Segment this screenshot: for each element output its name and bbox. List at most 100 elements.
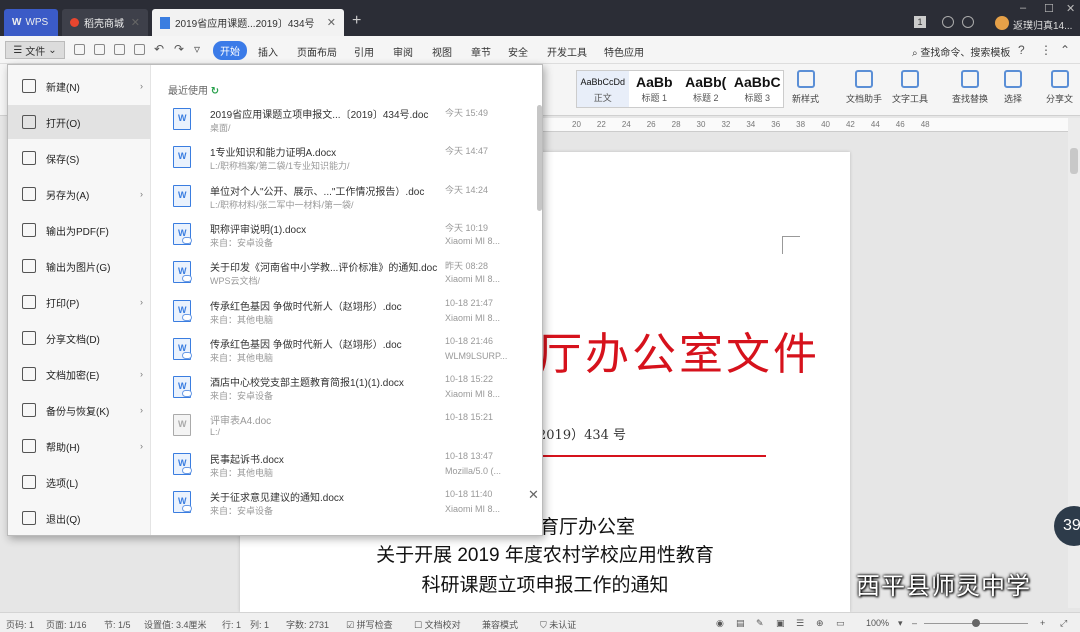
recent-file-item[interactable]: 酒店中心校党支部主题教育简报1(1)(1).docx来自：安卓设备 10-18 1… bbox=[173, 371, 523, 409]
file-menu-item-save[interactable]: 保存(S) bbox=[8, 141, 151, 175]
export-icon[interactable] bbox=[94, 44, 105, 55]
preview-icon[interactable] bbox=[134, 44, 145, 55]
file-menu-item-encrypt[interactable]: 文档加密(E) › bbox=[8, 357, 151, 391]
file-menu-item-new[interactable]: 新建(N) › bbox=[8, 69, 151, 103]
tab-document[interactable]: 2019省应用课题...2019〕434号 ✕ bbox=[152, 9, 344, 36]
status-page[interactable]: 页面: 1/16 bbox=[46, 618, 87, 631]
ruler-tick: 26 bbox=[646, 120, 656, 129]
tab-developer[interactable]: 开发工具 bbox=[547, 44, 587, 59]
recent-scrollbar[interactable] bbox=[537, 105, 542, 211]
floating-badge[interactable]: 39 bbox=[1054, 506, 1080, 546]
file-menu-item-export-image[interactable]: 输出为图片(G) bbox=[8, 249, 151, 283]
recent-file-item[interactable]: 传承红色基因 争做时代新人（赵翊彤）.doc来自：其他电脑 10-18 21:47… bbox=[173, 295, 523, 333]
share-button[interactable]: 分享文 bbox=[1046, 70, 1073, 105]
user-name[interactable]: 返璞归真14... bbox=[1013, 17, 1072, 32]
recent-file-item[interactable]: 关于印发《河南省中小学教...评价标准》的通知.docWPS云文档/昨天 08:… bbox=[173, 256, 523, 294]
pen-icon[interactable]: ✎ bbox=[756, 618, 764, 629]
close-icon[interactable]: ✕ bbox=[131, 16, 140, 29]
file-menu-item-help[interactable]: 帮助(H) › bbox=[8, 429, 151, 463]
recent-file-item[interactable]: 关于征求意见建议的通知.docx 来自：安卓设备 10-18 11:40 Xiaomi… bbox=[173, 486, 523, 524]
outline-view-icon[interactable]: ☰ bbox=[796, 618, 804, 629]
new-style-button[interactable]: 新样式 bbox=[792, 70, 819, 105]
style-gallery[interactable]: AaBbCcDd 正文 AaBb 标题 1 AaBb(标题 2 AaBbC 标题 3 bbox=[576, 70, 784, 108]
zoom-out-button[interactable]: – bbox=[912, 618, 917, 628]
status-char-count[interactable]: 字数: 2731 bbox=[286, 618, 329, 631]
select-button[interactable]: 选择 bbox=[1004, 70, 1022, 105]
tab-view[interactable]: 视图 bbox=[432, 44, 452, 59]
collapse-icon[interactable]: ⌃ bbox=[1060, 43, 1070, 57]
undo-icon[interactable]: ↶ bbox=[154, 42, 164, 56]
recent-file-item[interactable]: 评审表A4.docL:/ 10-18 15:21 bbox=[173, 409, 523, 447]
recent-file-item[interactable]: 2019省应用课题立项申报文...〔2019〕434号.doc 桌面/今天 15:… bbox=[173, 103, 523, 141]
certification-status[interactable]: ⛉ 未认证 bbox=[540, 618, 576, 631]
horizontal-ruler[interactable]: 20 22 24 26 28 30 32 34 36 38 40 42 44 46 48 bbox=[542, 118, 1068, 132]
tab-start[interactable]: 开始 bbox=[213, 41, 247, 60]
recent-file-item[interactable]: 1专业知识和能力证明A.docxL:/职称档案/第二袋/1专业知识能力/今天 1… bbox=[173, 141, 523, 179]
file-menu-item-open[interactable]: 打开(O) bbox=[8, 105, 151, 139]
tab-security[interactable]: 安全 bbox=[508, 44, 528, 59]
tab-references[interactable]: 引用 bbox=[354, 44, 374, 59]
file-menu-item-backup[interactable]: 备份与恢复(K) › bbox=[8, 393, 151, 427]
chevron-right-icon: › bbox=[140, 405, 143, 415]
find-replace-button[interactable]: 查找替换 bbox=[952, 70, 988, 105]
avatar[interactable] bbox=[995, 16, 1009, 30]
file-menu-item-save-as[interactable]: 另存为(A) › bbox=[8, 177, 151, 211]
new-tab-button[interactable]: + bbox=[352, 12, 361, 30]
file-menu-item-label: 备份与恢复(K) bbox=[46, 406, 110, 418]
more-icon[interactable]: ⋮ bbox=[1040, 43, 1052, 57]
redo-icon[interactable]: ↷ bbox=[174, 42, 184, 56]
recent-file-item[interactable]: 传承红色基因 争做时代新人（赵翊彤）.doc来自：其他电脑 10-18 21:46… bbox=[173, 333, 523, 371]
file-menu-button[interactable]: ☰ 文件 ⌄ bbox=[5, 41, 65, 59]
close-icon[interactable]: ✕ bbox=[327, 16, 336, 29]
file-menu-item-print[interactable]: 打印(P) › bbox=[8, 285, 151, 319]
tab-docer-store[interactable]: 稻壳商城 ✕ bbox=[62, 9, 148, 36]
close-window-button[interactable]: ✕ bbox=[1066, 2, 1075, 15]
tab-insert[interactable]: 插入 bbox=[258, 44, 278, 59]
file-menu-item-exit[interactable]: 退出(Q) bbox=[8, 501, 151, 535]
notification-count[interactable]: 1 bbox=[914, 16, 926, 28]
tab-review[interactable]: 审阅 bbox=[393, 44, 413, 59]
style-heading-1[interactable]: AaBb 标题 1 bbox=[629, 71, 681, 107]
web-view-icon[interactable]: ⊕ bbox=[816, 618, 824, 629]
minimize-button[interactable]: – bbox=[1020, 2, 1026, 14]
text-tools-button[interactable]: 文字工具 bbox=[892, 70, 928, 105]
file-menu-item-share-doc[interactable]: 分享文档(D) bbox=[8, 321, 151, 355]
search-command[interactable]: ⌕ 查找命令、搜索模板 bbox=[912, 44, 1010, 59]
feedback-icon[interactable] bbox=[962, 16, 974, 28]
zoom-level[interactable]: 100% bbox=[866, 618, 889, 628]
print-icon[interactable] bbox=[114, 44, 125, 55]
scroll-thumb[interactable] bbox=[1070, 148, 1078, 174]
save-icon[interactable] bbox=[74, 44, 85, 55]
zoom-slider-knob[interactable] bbox=[972, 619, 980, 627]
reading-view-icon[interactable]: ▭ bbox=[836, 618, 845, 629]
style-heading-3[interactable]: AaBbC 标题 3 bbox=[732, 71, 784, 107]
status-col: 列: 1 bbox=[250, 620, 270, 630]
style-normal[interactable]: AaBbCcDd 正文 bbox=[577, 71, 629, 107]
help-icon[interactable]: ? bbox=[1018, 43, 1025, 57]
proofread-toggle[interactable]: ☐ 文档校对 bbox=[414, 618, 461, 631]
layout-icon[interactable]: ▤ bbox=[736, 618, 745, 629]
eye-icon[interactable]: ◉ bbox=[716, 618, 724, 629]
skin-icon[interactable] bbox=[942, 16, 954, 28]
customize-icon[interactable]: ▿ bbox=[194, 42, 200, 56]
page-view-icon[interactable]: ▣ bbox=[776, 618, 785, 629]
style-heading-2[interactable]: AaBb(标题 2 bbox=[680, 71, 732, 107]
recent-file-item[interactable]: 民事起诉书.docx来自：其他电脑 10-18 13:47 Mozilla/5.0 … bbox=[173, 448, 523, 486]
tab-page-layout[interactable]: 页面布局 bbox=[297, 44, 337, 59]
tab-features[interactable]: 特色应用 bbox=[604, 44, 644, 59]
file-menu-item-export-pdf[interactable]: 输出为PDF(F) bbox=[8, 213, 151, 247]
close-icon[interactable]: ✕ bbox=[528, 487, 539, 503]
doc-helper-button[interactable]: 文档助手 bbox=[846, 70, 882, 105]
tab-chapter[interactable]: 章节 bbox=[471, 44, 491, 59]
spell-check-toggle[interactable]: ☑ 拼写检查 bbox=[346, 618, 393, 631]
refresh-icon[interactable]: ↻ bbox=[211, 86, 219, 97]
zoom-dropdown-icon[interactable]: ▾ bbox=[898, 618, 903, 629]
maximize-button[interactable]: ☐ bbox=[1044, 2, 1054, 15]
word-doc-icon bbox=[173, 108, 191, 130]
recent-file-item[interactable]: 职称评审说明(1).docx来自：安卓设备 今天 10:19 Xiaomi MI 8… bbox=[173, 218, 523, 256]
zoom-in-button[interactable]: + bbox=[1040, 618, 1045, 628]
tab-wps-home[interactable]: W WPS bbox=[4, 9, 58, 36]
file-menu-item-options[interactable]: 选项(L) bbox=[8, 465, 151, 499]
recent-file-item[interactable]: 单位对个人"公开、展示、..."工作情况报告）.docL:/职称材料/张二军中一… bbox=[173, 180, 523, 218]
fit-page-icon[interactable]: ⤢ bbox=[1060, 618, 1067, 629]
